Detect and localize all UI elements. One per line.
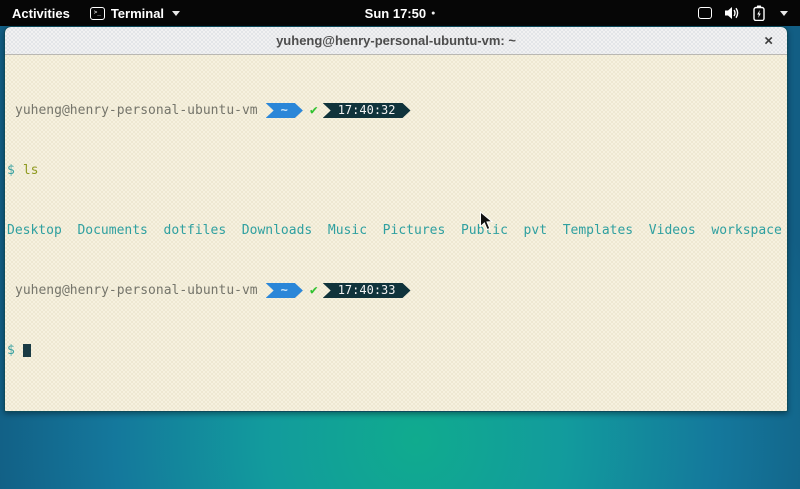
clock-button[interactable]: Sun 17:50 ● xyxy=(365,6,436,21)
ls-output: Desktop Documents dotfiles Downloads Mus… xyxy=(7,223,787,238)
chevron-down-icon xyxy=(172,11,180,16)
text-cursor xyxy=(23,344,31,357)
chevron-down-icon xyxy=(780,11,788,16)
volume-icon xyxy=(725,6,740,20)
terminal-content[interactable]: yuheng@henry-personal-ubuntu-vm ~ ✔ 17:4… xyxy=(5,55,787,411)
close-icon[interactable]: × xyxy=(764,33,773,48)
clock-label: Sun 17:50 xyxy=(365,6,426,21)
notification-dot-icon: ● xyxy=(431,10,435,17)
prompt-symbol: $ xyxy=(7,343,15,358)
prompt-line: yuheng@henry-personal-ubuntu-vm ~ ✔ 17:4… xyxy=(7,103,787,118)
prompt-line: yuheng@henry-personal-ubuntu-vm ~ ✔ 17:4… xyxy=(7,283,787,298)
titlebar[interactable]: yuheng@henry-personal-ubuntu-vm: ~ × xyxy=(5,27,787,55)
command-text: ls xyxy=(23,163,39,178)
check-icon: ✔ xyxy=(310,283,318,298)
top-bar-left: Activities >_ Terminal xyxy=(0,0,188,26)
terminal-window: yuheng@henry-personal-ubuntu-vm: ~ × yuh… xyxy=(4,26,788,412)
command-line: $ ls xyxy=(7,163,787,178)
prompt-symbol: $ xyxy=(7,163,15,178)
battery-charging-icon xyxy=(753,5,765,21)
activities-button[interactable]: Activities xyxy=(0,0,82,26)
check-icon: ✔ xyxy=(310,103,318,118)
app-menu-terminal[interactable]: >_ Terminal xyxy=(82,0,188,26)
window-title: yuheng@henry-personal-ubuntu-vm: ~ xyxy=(276,33,516,48)
terminal-app-icon: >_ xyxy=(90,7,105,20)
input-line[interactable]: $ xyxy=(7,343,787,358)
prompt-timestamp: 17:40:32 xyxy=(323,103,411,118)
app-menu-label: Terminal xyxy=(111,6,164,21)
prompt-cwd-segment: ~ xyxy=(266,283,303,298)
prompt-cwd-segment: ~ xyxy=(266,103,303,118)
prompt-timestamp: 17:40:33 xyxy=(323,283,411,298)
screen-icon xyxy=(698,7,712,19)
system-tray[interactable] xyxy=(698,0,800,26)
prompt-user-host: yuheng@henry-personal-ubuntu-vm xyxy=(15,283,258,298)
prompt-user-host: yuheng@henry-personal-ubuntu-vm xyxy=(15,103,258,118)
top-bar: Activities >_ Terminal Sun 17:50 ● xyxy=(0,0,800,26)
